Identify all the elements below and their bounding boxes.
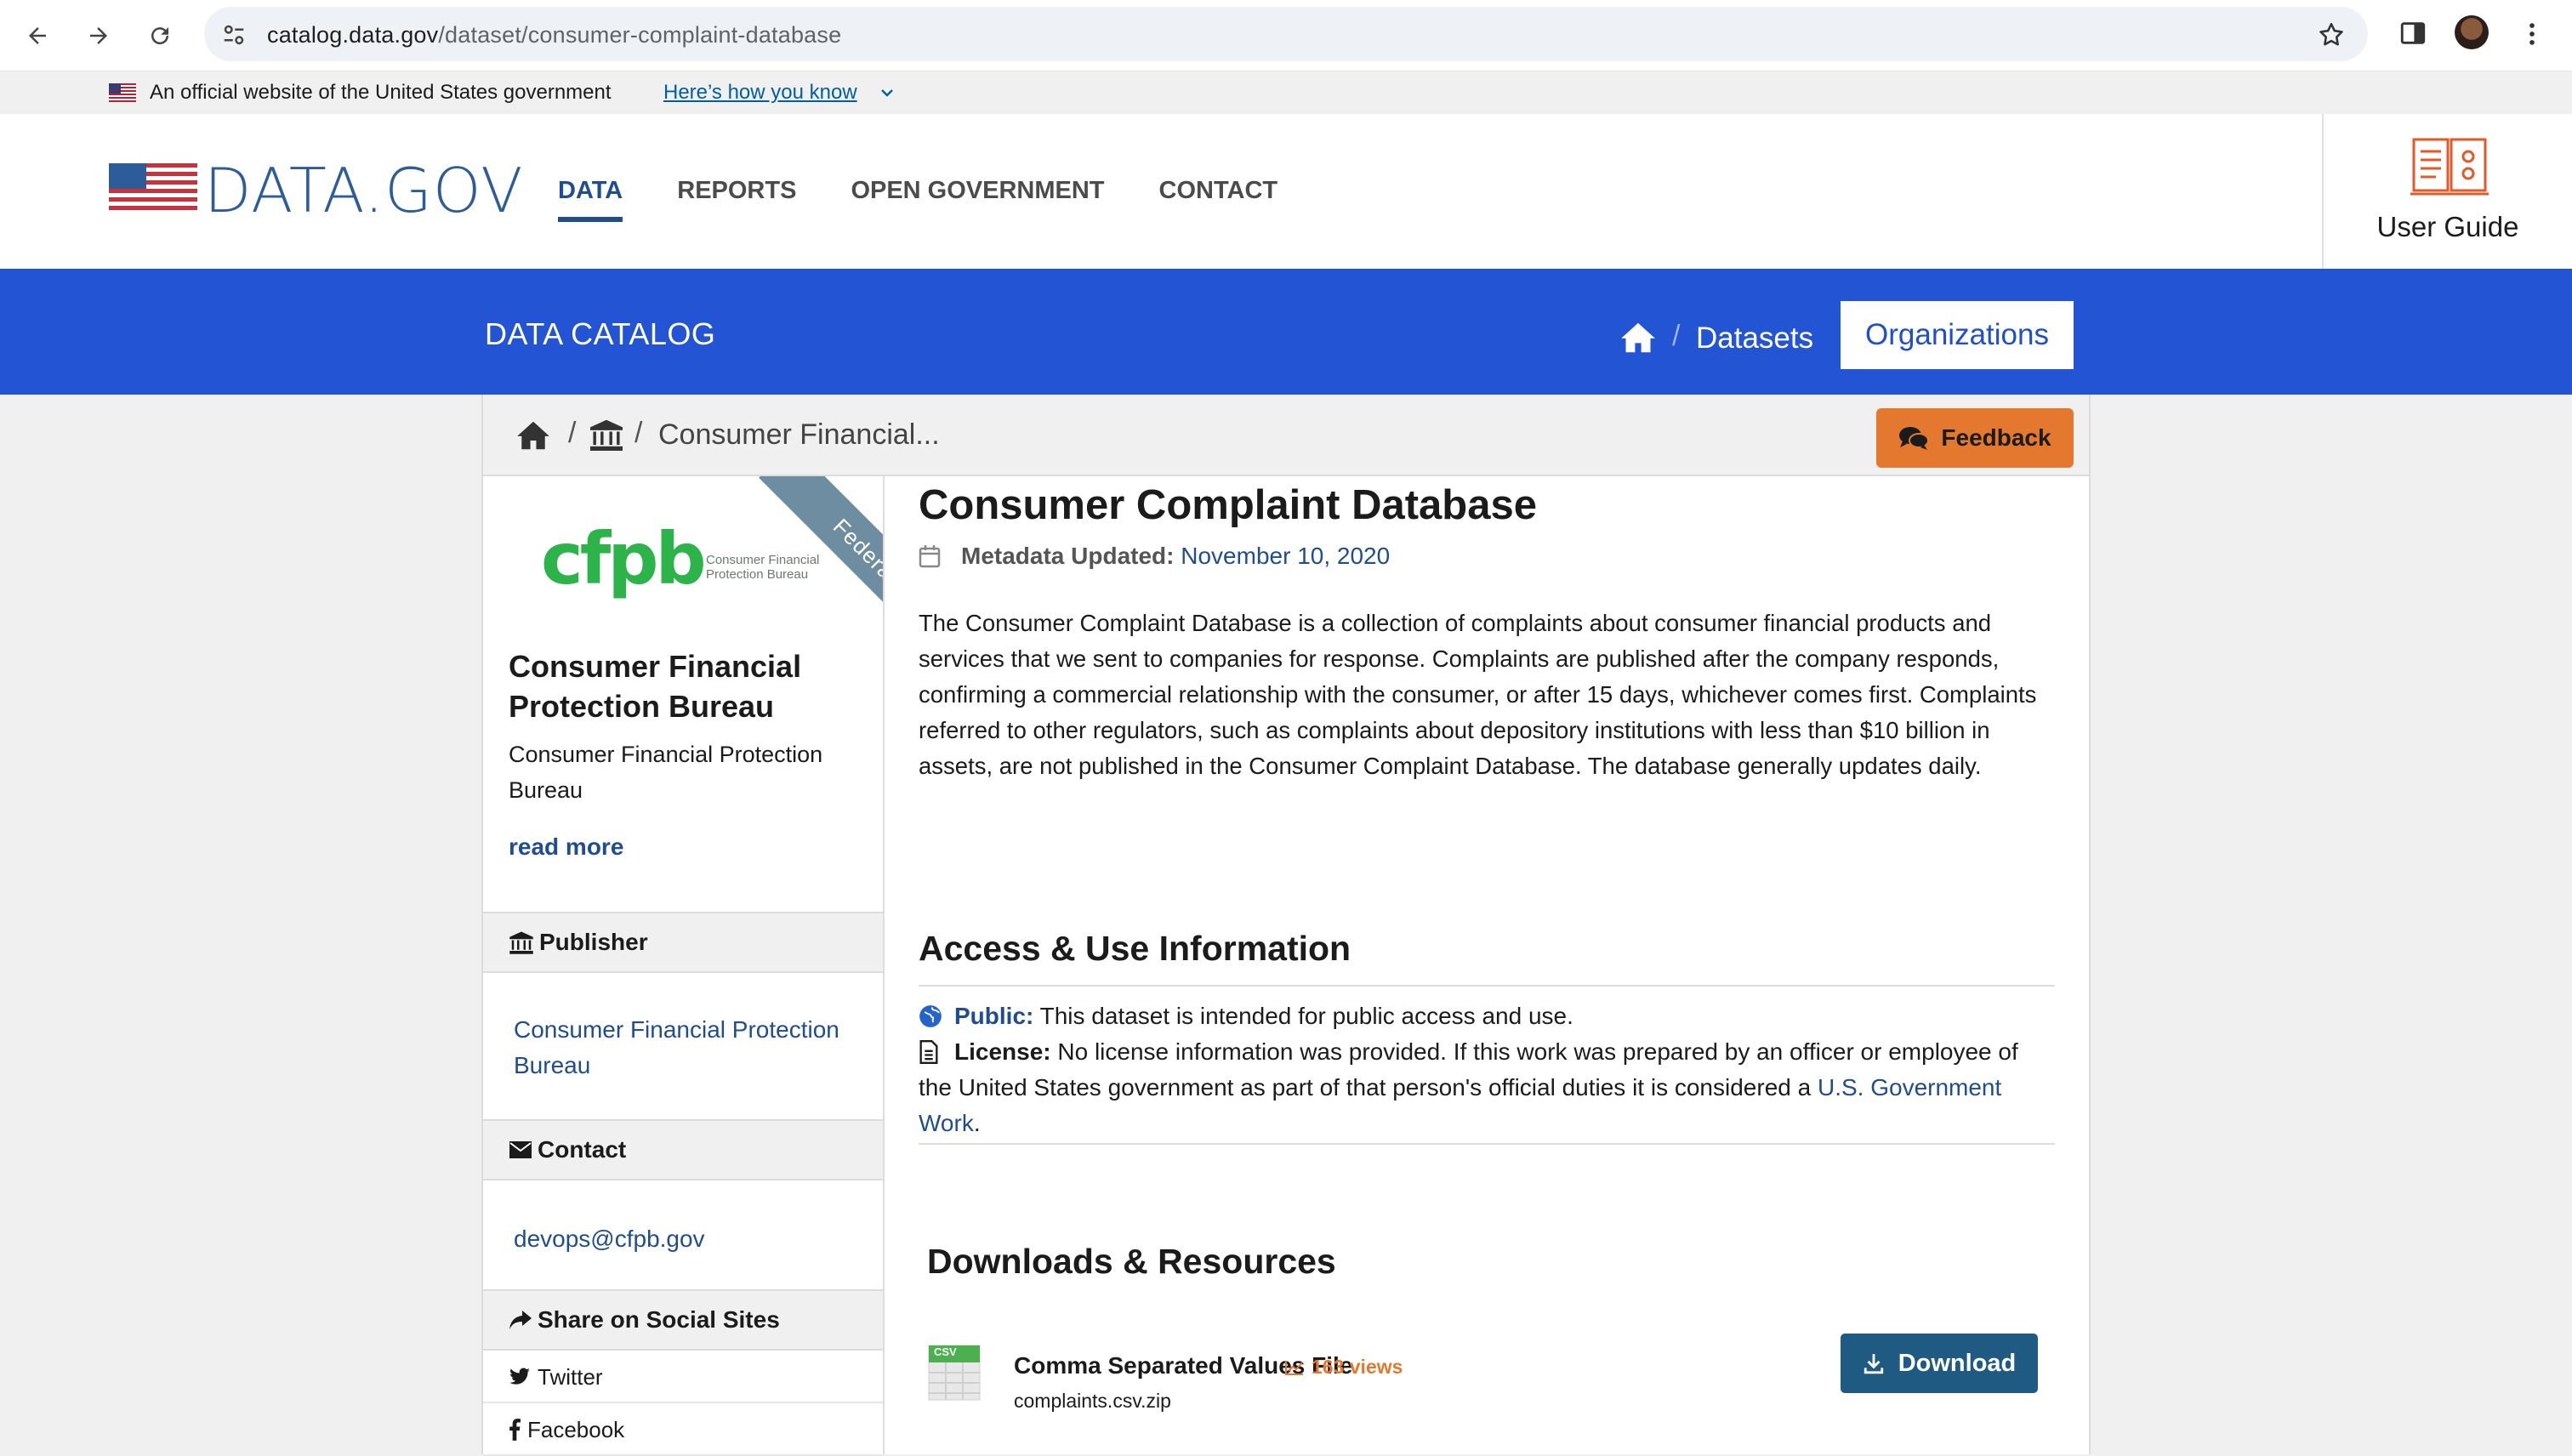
feedback-label: Feedback xyxy=(1941,424,2051,451)
publisher-heading: Publisher xyxy=(483,912,883,973)
share-icon xyxy=(509,1311,532,1329)
catalog-title[interactable]: DATA CATALOG xyxy=(485,316,715,352)
facebook-share[interactable]: Facebook xyxy=(483,1405,883,1456)
cfpb-logo[interactable]: cfpb Consumer Financial Protection Burea… xyxy=(541,517,819,600)
more-options-icon[interactable] xyxy=(2518,17,2546,51)
download-label: Download xyxy=(1898,1349,2017,1377)
twitter-icon xyxy=(509,1368,530,1385)
org-sidebar: Federal cfpb Consumer Financial Protecti… xyxy=(483,476,885,1456)
dataset-title: Consumer Complaint Database xyxy=(919,482,1537,528)
back-button[interactable] xyxy=(17,15,58,56)
site-settings-icon[interactable] xyxy=(221,22,247,48)
arrow-right-icon xyxy=(90,27,107,44)
globe-icon xyxy=(919,1005,942,1027)
how-you-know-link[interactable]: Here’s how you know xyxy=(663,81,857,105)
address-bar[interactable]: catalog.data.gov/dataset/consumer-compla… xyxy=(204,7,2368,61)
access-heading: Access & Use Information xyxy=(919,929,1351,968)
open-book-icon xyxy=(2410,138,2489,196)
access-info: Public: This dataset is intended for pub… xyxy=(919,998,2055,1141)
resource-filename: complaints.csv.zip xyxy=(1014,1390,1171,1412)
main-nav: DATA REPORTS OPEN GOVERNMENT CONTACT xyxy=(558,177,1277,222)
comments-icon xyxy=(1899,427,1930,450)
home-icon[interactable] xyxy=(1619,321,1657,354)
public-text: This dataset is intended for public acce… xyxy=(1039,1003,1573,1029)
content-panel: / / Consumer Financial... Feedback Feder… xyxy=(481,395,2091,1456)
arrow-left-icon xyxy=(29,27,46,44)
feedback-button[interactable]: Feedback xyxy=(1876,408,2074,468)
line-chart-icon xyxy=(1285,1360,1303,1375)
resource-views-count: 163 views xyxy=(1312,1356,1403,1378)
user-guide-link[interactable]: User Guide xyxy=(2322,114,2572,269)
calendar-icon xyxy=(919,545,941,568)
downloads-heading: Downloads & Resources xyxy=(927,1242,1336,1281)
site-header: DATA.GOV DATA REPORTS OPEN GOVERNMENT CO… xyxy=(0,114,2572,269)
nav-data[interactable]: DATA xyxy=(558,177,623,222)
share-heading-label: Share on Social Sites xyxy=(538,1306,780,1333)
dataset-main: Consumer Complaint Database Metadata Upd… xyxy=(885,476,2089,1454)
license-label: License: xyxy=(954,1038,1051,1065)
cfpb-logo-subtext: Consumer Financial Protection Bureau xyxy=(706,553,820,582)
twitter-label: Twitter xyxy=(538,1363,603,1390)
metadata-label: Metadata Updated: xyxy=(961,543,1175,569)
datasets-link[interactable]: Datasets xyxy=(1696,321,1813,355)
side-panel-icon[interactable] xyxy=(2398,19,2427,48)
breadcrumb: / / Consumer Financial... Feedback xyxy=(483,395,2089,476)
breadcrumb-separator: / xyxy=(634,417,643,449)
publisher-link[interactable]: Consumer Financial Protection Bureau xyxy=(514,1012,871,1083)
download-button[interactable]: Download xyxy=(1841,1334,2038,1393)
share-heading: Share on Social Sites xyxy=(483,1289,883,1351)
read-more-link[interactable]: read more xyxy=(509,833,623,861)
institution-icon xyxy=(509,931,533,954)
publisher-heading-label: Publisher xyxy=(539,929,648,955)
nav-contact[interactable]: CONTACT xyxy=(1159,177,1278,222)
twitter-share[interactable]: Twitter xyxy=(483,1352,883,1403)
gov-banner: An official website of the United States… xyxy=(0,71,2572,114)
chevron-down-icon[interactable] xyxy=(879,87,895,99)
public-label: Public: xyxy=(954,1003,1034,1029)
datagov-flag-logo-icon[interactable] xyxy=(109,163,197,214)
browser-toolbar: catalog.data.gov/dataset/consumer-compla… xyxy=(0,0,2572,71)
us-flag-icon xyxy=(109,83,136,102)
facebook-icon xyxy=(509,1419,521,1441)
reload-icon xyxy=(151,27,169,45)
license-end: . xyxy=(973,1110,981,1136)
bookmark-star-icon[interactable] xyxy=(2317,20,2346,49)
envelope-icon xyxy=(509,1141,532,1158)
url-text[interactable]: catalog.data.gov/dataset/consumer-compla… xyxy=(267,22,841,48)
contact-heading-label: Contact xyxy=(538,1136,627,1163)
forward-button[interactable] xyxy=(78,15,119,56)
breadcrumb-separator: / xyxy=(568,417,577,449)
gov-banner-text: An official website of the United States… xyxy=(150,81,612,104)
metadata-date: November 10, 2020 xyxy=(1181,543,1391,569)
nav-open-government[interactable]: OPEN GOVERNMENT xyxy=(851,177,1104,222)
access-bottom-divider xyxy=(919,1143,2055,1145)
org-name: Consumer Financial Protection Bureau xyxy=(509,649,802,724)
org-description: Consumer Financial Protection Bureau xyxy=(509,742,823,803)
reload-button[interactable] xyxy=(139,15,180,56)
profile-avatar[interactable] xyxy=(2455,15,2489,49)
user-guide-label: User Guide xyxy=(2376,211,2519,242)
resource-views: 163 views xyxy=(1284,1356,1403,1379)
facebook-label: Facebook xyxy=(527,1416,625,1442)
breadcrumb-home-icon[interactable] xyxy=(515,420,551,451)
datagov-logo-text[interactable]: DATA.GOV xyxy=(204,155,524,226)
contact-heading: Contact xyxy=(483,1119,883,1180)
public-line: Public: This dataset is intended for pub… xyxy=(919,998,2055,1034)
breadcrumb-current: Consumer Financial... xyxy=(658,418,940,451)
download-icon xyxy=(1864,1354,1883,1374)
metadata-updated: Metadata Updated: November 10, 2020 xyxy=(919,543,1390,570)
contact-email-link[interactable]: devops@cfpb.gov xyxy=(514,1221,871,1257)
csv-badge: CSV xyxy=(934,1345,957,1358)
nav-reports[interactable]: REPORTS xyxy=(677,177,796,222)
dataset-description: The Consumer Complaint Database is a col… xyxy=(919,610,2037,779)
license-line: License: No license information was prov… xyxy=(919,1034,2055,1141)
institution-icon[interactable] xyxy=(589,418,624,451)
cfpb-logo-mark: cfpb xyxy=(541,517,707,600)
document-icon xyxy=(919,1040,938,1064)
access-divider xyxy=(919,985,2055,987)
catalog-bar: DATA CATALOG / Datasets Organizations xyxy=(0,269,2572,395)
org-card: Federal cfpb Consumer Financial Protecti… xyxy=(483,476,883,912)
organizations-tab[interactable]: Organizations xyxy=(1841,301,2074,369)
catalog-separator: / xyxy=(1672,320,1681,352)
